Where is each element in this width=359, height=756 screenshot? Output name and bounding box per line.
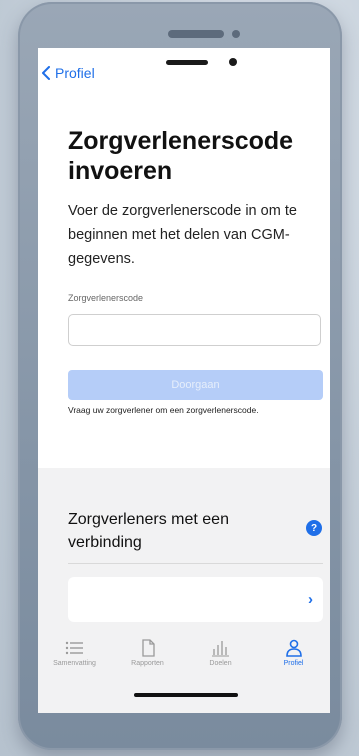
help-icon[interactable]: ? [306, 520, 322, 536]
app-screen: Profiel Zorgverlenerscode invoeren Voer … [38, 48, 330, 713]
code-hint: Vraag uw zorgverlener om een zorgverlene… [68, 405, 259, 415]
section-divider [68, 563, 323, 564]
tab-label: Rapporten [131, 660, 164, 667]
document-icon [141, 639, 155, 657]
back-button[interactable]: Profiel [40, 65, 95, 81]
page-intro: Voer de zorgverlenerscode in om te begin… [68, 203, 297, 267]
phone-speaker-slot [168, 30, 224, 38]
connections-title: Zorgverleners met een verbinding [68, 511, 229, 551]
tab-label: Samenvatting [53, 660, 96, 667]
chevron-left-icon [42, 66, 50, 80]
tab-bar: Samenvatting Rapporten Doelen Profiel [38, 638, 330, 678]
person-icon [285, 639, 302, 657]
tab-samenvatting[interactable]: Samenvatting [38, 638, 111, 678]
list-icon [65, 641, 83, 655]
tab-label: Doelen [209, 660, 232, 667]
bar-chart-icon [211, 641, 229, 657]
tab-profiel[interactable]: Profiel [257, 638, 330, 678]
earpiece [166, 60, 208, 65]
home-indicator [134, 693, 238, 697]
tab-doelen[interactable]: Doelen [184, 638, 257, 678]
code-field-label: Zorgverlenerscode [68, 293, 144, 303]
continue-button[interactable]: Doorgaan [68, 370, 323, 400]
tab-label: Profiel [283, 660, 304, 667]
phone-sensor-dot [232, 30, 240, 38]
tab-rapporten[interactable]: Rapporten [111, 638, 184, 678]
back-label: Profiel [55, 65, 95, 81]
front-camera [229, 58, 237, 66]
code-input[interactable] [68, 314, 321, 346]
connection-card[interactable]: › [68, 577, 323, 622]
page-title: Zorgverlenerscode invoeren [68, 127, 294, 185]
chevron-right-icon: › [308, 591, 313, 608]
